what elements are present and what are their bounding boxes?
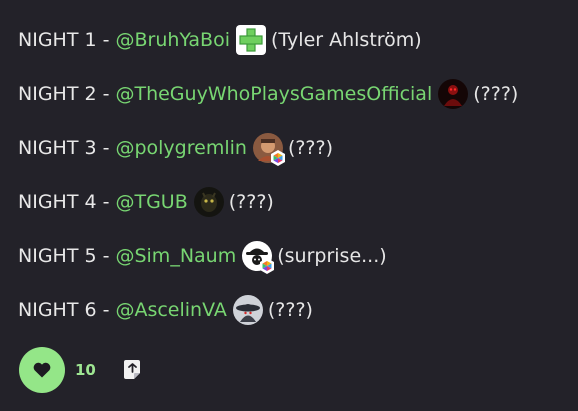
user-mention-link[interactable]: @BruhYaBoi <box>115 29 230 51</box>
night-line: NIGHT 5 - @Sim_Naum (surprise...) <box>18 240 573 274</box>
user-mention-link[interactable]: @TGUB <box>115 191 187 213</box>
night-line: NIGHT 1 - @BruhYaBoi (Tyler Ahlström) <box>18 24 573 56</box>
night-line: NIGHT 4 - @TGUB (???) <box>18 186 573 218</box>
dark-creature-avatar-icon[interactable] <box>193 187 224 217</box>
like-button[interactable] <box>19 347 65 393</box>
night-note: (???) <box>267 299 313 321</box>
red-figure-avatar-icon[interactable] <box>438 79 469 109</box>
night-note: (???) <box>287 137 334 159</box>
user-mention-link[interactable]: @TheGuyWhoPlaysGamesOfficial <box>115 83 432 105</box>
user-mention-link[interactable]: @Sim_Naum <box>115 245 236 267</box>
night-note: (???) <box>473 83 519 105</box>
like-count[interactable]: 10 <box>75 361 96 379</box>
user-mention-link[interactable]: @polygremlin <box>115 137 246 159</box>
night-label: NIGHT 1 - <box>18 29 110 51</box>
dark-hat-avatar-icon[interactable] <box>232 295 263 325</box>
night-note: (surprise...) <box>277 245 387 267</box>
post-actions: 10 <box>19 347 144 393</box>
night-label: NIGHT 2 - <box>18 83 110 105</box>
verified-badge-icon <box>270 150 285 166</box>
night-label: NIGHT 6 - <box>18 299 110 321</box>
night-note: (Tyler Ahlström) <box>270 29 422 51</box>
green-cross-avatar-icon[interactable] <box>235 25 266 55</box>
hat-figure-avatar-icon[interactable] <box>242 241 275 274</box>
night-label: NIGHT 5 - <box>18 245 110 267</box>
night-line: NIGHT 6 - @AscelinVA (???) <box>18 294 573 326</box>
user-mention-link[interactable]: @AscelinVA <box>115 299 226 321</box>
night-line: NIGHT 3 - @polygremlin (???) <box>18 132 573 166</box>
night-note: (???) <box>228 191 274 213</box>
night-label: NIGHT 3 - <box>18 137 110 159</box>
night-line: NIGHT 2 - @TheGuyWhoPlaysGamesOfficial (… <box>18 78 573 110</box>
character-avatar-icon[interactable] <box>252 133 285 166</box>
share-button[interactable] <box>122 359 144 381</box>
post-body: NIGHT 1 - @BruhYaBoi (Tyler Ahlström) NI… <box>18 24 573 348</box>
verified-badge-icon <box>260 258 275 274</box>
share-icon <box>123 360 140 379</box>
heart-icon <box>33 362 51 378</box>
night-label: NIGHT 4 - <box>18 191 110 213</box>
